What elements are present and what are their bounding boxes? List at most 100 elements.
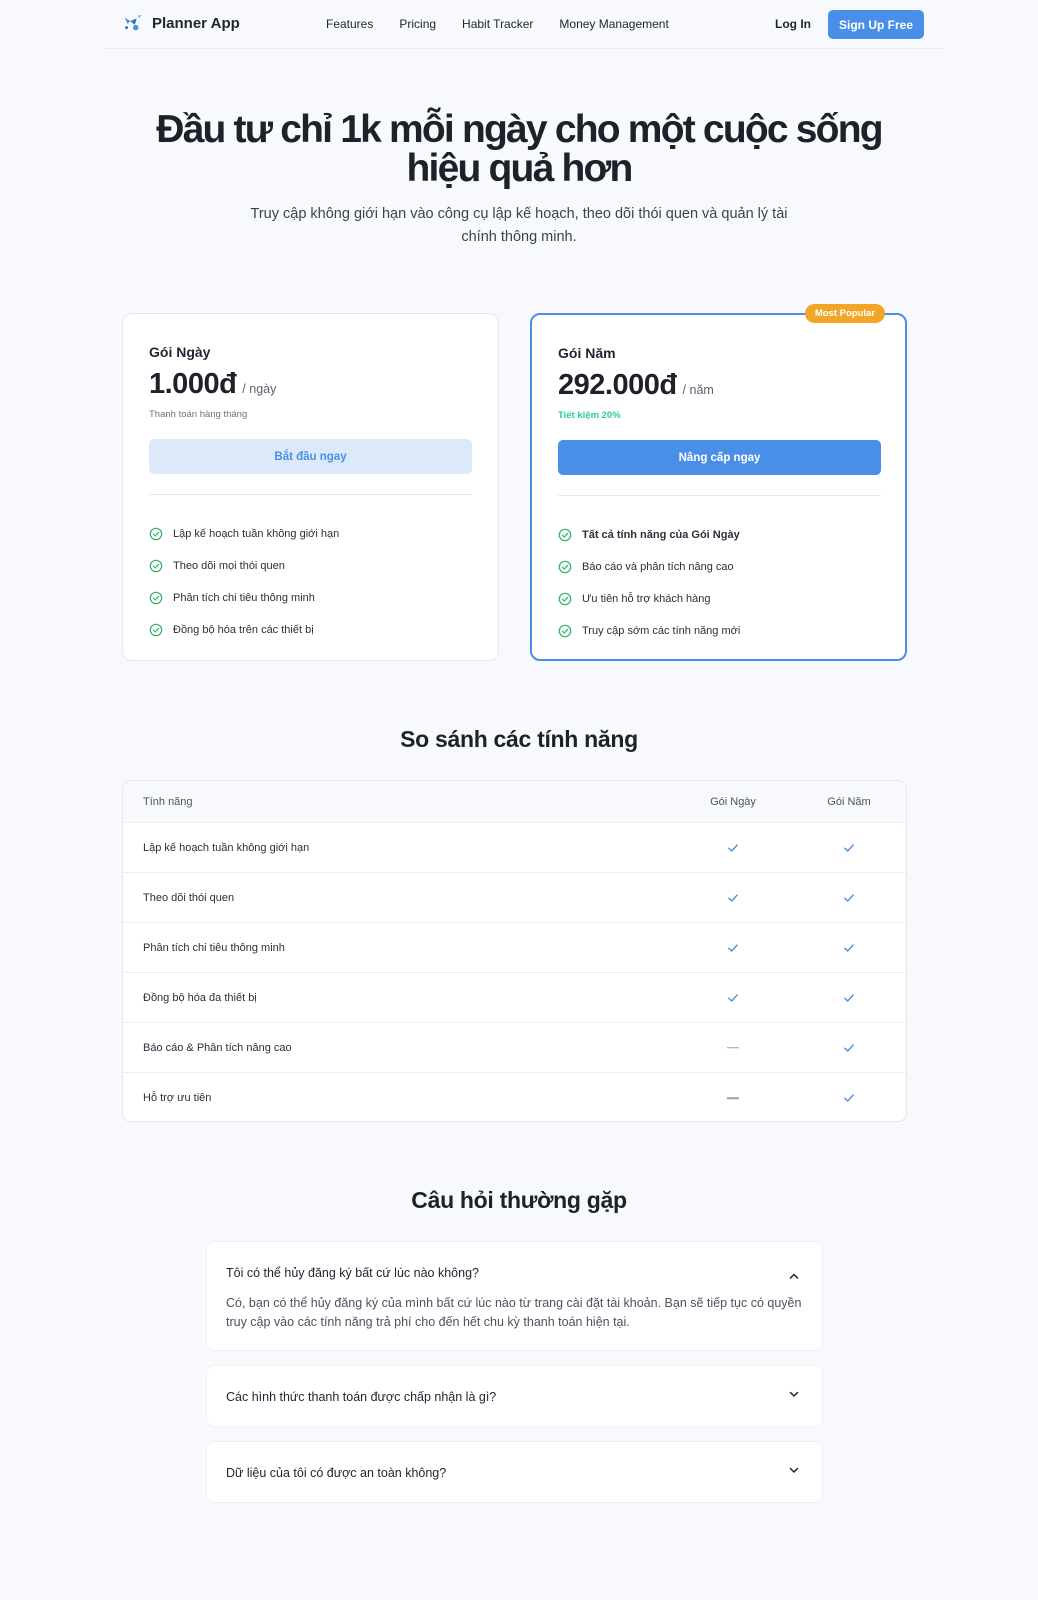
faq-title: Câu hỏi thường gặp [411,1187,627,1213]
row-feature: Theo dõi thói quen [143,891,235,904]
feature-text: Truy cập sớm các tính năng mới [582,625,741,637]
faq-item-open[interactable]: Tôi có thể hủy đăng ký bất cứ lúc nào kh… [206,1241,823,1351]
savings-note: Tiết kiệm 20% [558,410,621,421]
plan-price: 292.000đ [558,369,677,401]
list-item: Đồng bộ hóa trên các thiết bị [149,614,339,646]
header-feature: Tính năng [143,795,193,808]
table-row: Theo dõi thói quen [123,873,906,923]
list-item: Tất cả tính năng của Gói Ngày [558,519,740,551]
check-icon [728,893,738,902]
logo-icon [124,14,142,31]
hero-title: Đầu tư chỉ 1k mỗi ngày cho một cuộc sống… [156,108,883,190]
pricing-page: Planner App Features Pricing Habit Track… [0,0,1038,1600]
check-circle-icon [149,591,163,605]
comparison-table: Tính năng Gói Ngày Gói Năm Lập kế hoạch … [122,780,907,1122]
list-item: Ưu tiên hỗ trợ khách hàng [558,583,740,615]
header-day-plan: Gói Ngày [710,795,756,808]
nav-links: Features Pricing Habit Tracker Money Man… [326,17,669,31]
start-now-button[interactable]: Bắt đầu ngay [149,439,472,474]
check-circle-icon [558,624,572,638]
year-plan-cell [843,841,856,854]
most-popular-badge: Most Popular [804,304,885,323]
plan-card-day: Gói Ngày 1.000đ / ngày Thanh toán hàng t… [122,313,499,661]
table-row: Đồng bộ hóa đa thiết bị [123,973,906,1023]
hero-subtitle: Truy cập không giới hạn vào công cụ lập … [250,206,788,245]
day-plan-cell [727,991,740,1004]
row-feature: Báo cáo & Phân tích nâng cao [143,1041,292,1054]
logo[interactable]: Planner App [122,12,240,34]
faq-item[interactable]: Các hình thức thanh toán được chấp nhận … [206,1365,823,1427]
list-item: Báo cáo và phân tích nâng cao [558,551,740,583]
table-row: Lập kế hoạch tuần không giới hạn [123,823,906,873]
faq-item[interactable]: Dữ liệu của tôi có được an toàn không? [206,1441,823,1503]
year-plan-cell [843,1092,856,1105]
table-row: Hỗ trợ ưu tiên [123,1073,906,1121]
list-item: Phân tích chi tiêu thông minh [149,582,339,614]
plan-name: Gói Ngày [149,344,211,360]
feature-list: Tất cả tính năng của Gói Ngày Báo cáo và… [558,519,740,647]
table-row: Báo cáo & Phân tích nâng cao [123,1023,906,1073]
check-icon [844,1094,854,1102]
year-plan-cell [843,1041,856,1054]
upgrade-now-button[interactable]: Nâng cấp ngay [558,440,881,475]
faq-question[interactable]: Dữ liệu của tôi có được an toàn không? [226,1466,446,1480]
nav-link-features[interactable]: Features [326,17,373,31]
row-feature: Lập kế hoạch tuần không giới hạn [143,841,310,854]
faq-question[interactable]: Tôi có thể hủy đăng ký bất cứ lúc nào kh… [226,1266,479,1280]
row-feature: Đồng bộ hóa đa thiết bị [143,991,257,1004]
check-circle-icon [149,527,163,541]
feature-text: Đồng bộ hóa trên các thiết bị [173,624,314,636]
list-item: Truy cập sớm các tính năng mới [558,615,740,647]
feature-text: Ưu tiên hỗ trợ khách hàng [582,593,711,605]
check-icon [844,993,854,1002]
divider [558,495,881,496]
chevron-up-icon[interactable] [788,1270,800,1282]
year-plan-cell [843,941,856,954]
dash-icon [727,1097,739,1099]
day-plan-cell [727,891,740,904]
check-icon [844,943,854,952]
divider [149,494,472,495]
login-link[interactable]: Log In [775,17,811,31]
list-item: Lập kế hoạch tuần không giới hạn [149,518,339,550]
list-item: Theo dõi mọi thói quen [149,550,339,582]
check-circle-icon [558,592,572,606]
price-row: 292.000đ / năm [558,369,714,402]
day-plan-cell [727,941,740,954]
feature-text: Lập kế hoạch tuần không giới hạn [173,528,340,540]
chevron-down-icon[interactable] [788,1464,800,1476]
faq-question[interactable]: Các hình thức thanh toán được chấp nhận … [226,1390,496,1404]
plan-period: / ngày [242,382,277,396]
feature-text: Phân tích chi tiêu thông minh [173,592,315,604]
day-plan-cell [727,841,740,854]
dash-icon [727,1046,739,1049]
price-row: 1.000đ / ngày [149,368,276,401]
nav-link-pricing[interactable]: Pricing [399,17,436,31]
faq-answer: Có, bạn có thể hủy đăng ký của mình bất … [226,1296,802,1329]
day-plan-cell [727,1046,739,1049]
plan-period: / năm [682,383,714,397]
check-icon [844,843,854,852]
row-feature: Phân tích chi tiêu thông minh [143,941,285,954]
nav-link-money-management[interactable]: Money Management [559,17,668,31]
table-row: Phân tích chi tiêu thông minh [123,923,906,973]
plan-card-year: Most Popular Gói Năm 292.000đ / năm Tiết… [530,304,907,661]
check-icon [728,843,738,852]
year-plan-cell [843,891,856,904]
signup-button[interactable]: Sign Up Free [828,10,924,39]
check-icon [844,1043,854,1052]
top-nav: Planner App Features Pricing Habit Track… [104,0,944,49]
check-circle-icon [149,623,163,637]
check-circle-icon [558,560,572,574]
app-name: Planner App [152,14,240,32]
plan-name: Gói Năm [558,345,616,361]
day-plan-cell [727,1097,739,1099]
nav-link-habit-tracker[interactable]: Habit Tracker [462,17,533,31]
feature-text: Tất cả tính năng của Gói Ngày [582,529,740,541]
plan-price: 1.000đ [149,368,237,400]
check-icon [728,993,738,1002]
billing-note: Thanh toán hàng tháng [149,409,248,420]
compare-title: So sánh các tính năng [400,726,638,752]
chevron-down-icon[interactable] [788,1388,800,1400]
check-circle-icon [149,559,163,573]
